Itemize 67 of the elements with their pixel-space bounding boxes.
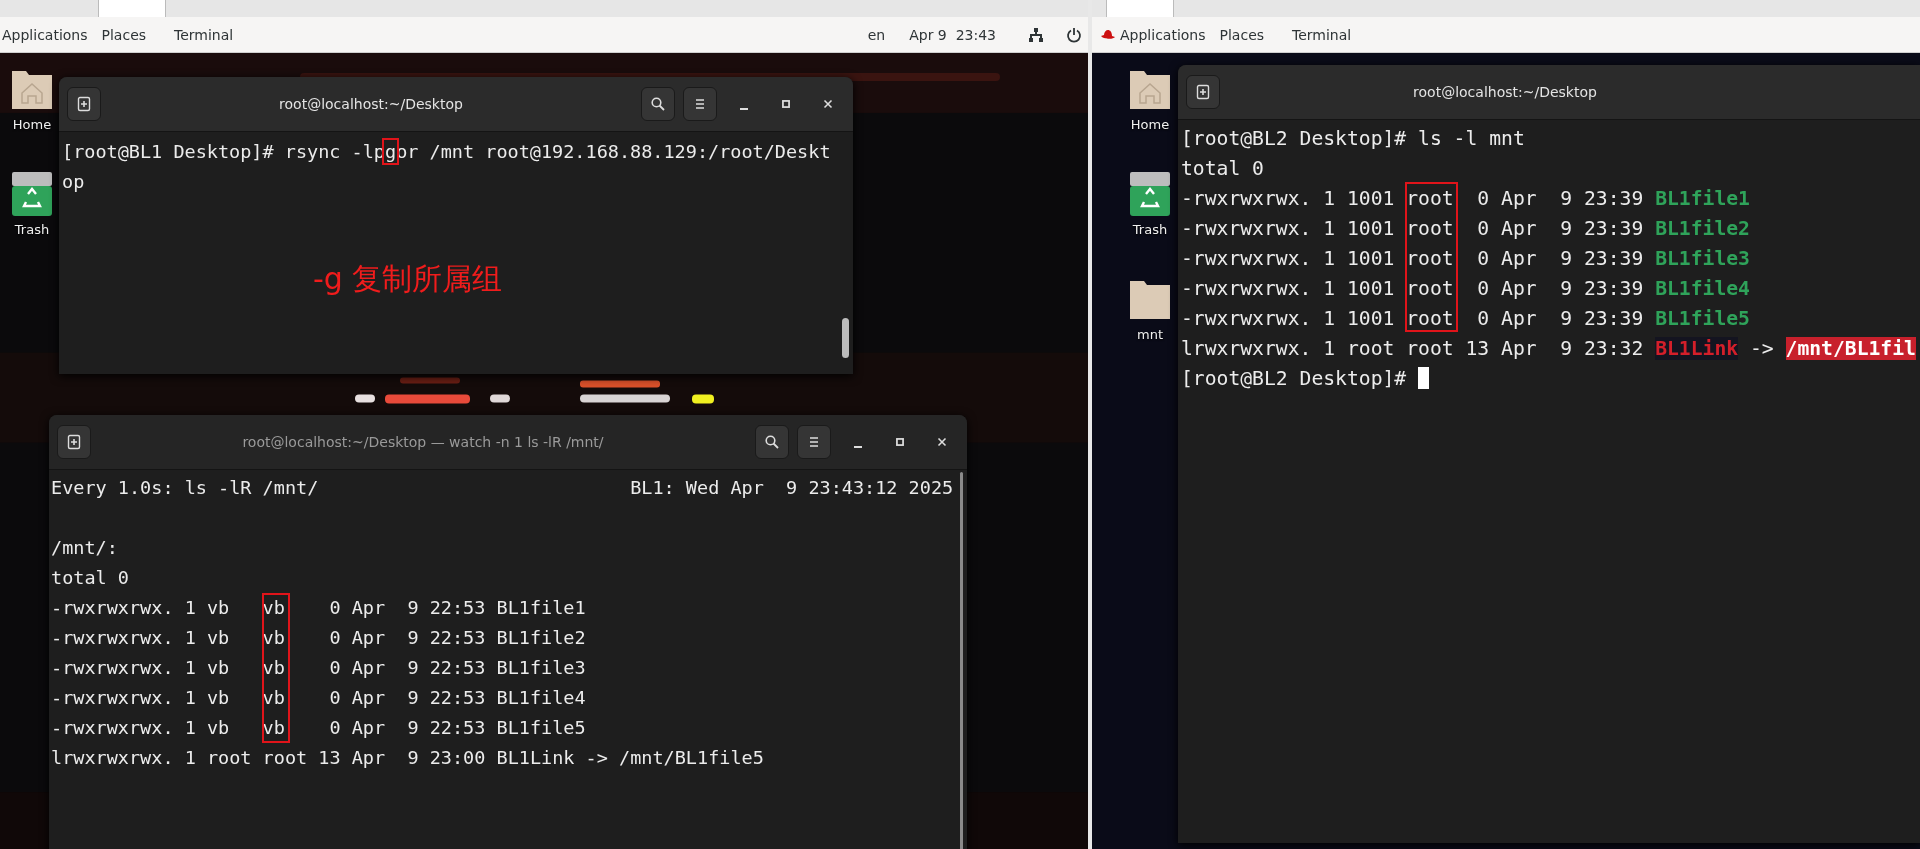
- terminal-text: -rwxrwxrwx. 1 1001 root 0 Apr 9 23:39: [1181, 217, 1645, 240]
- panel-clock[interactable]: Apr 9 23:43: [909, 26, 996, 43]
- panel-menu[interactable]: Applications: [2, 26, 88, 43]
- terminal-text: [root@BL2 Desktop]#: [1181, 367, 1408, 390]
- power-icon[interactable]: [1066, 26, 1082, 43]
- file-name: BL1file4: [1655, 277, 1750, 300]
- terminal-text: ->: [1748, 337, 1775, 360]
- terminal-text: -rwxrwxrwx. 1 vb vb 0 Apr 9 22:53 BL1file3: [51, 657, 586, 678]
- terminal-text: -rwxrwxrwx. 1 vb vb 0 Apr 9 22:53 BL1file2: [51, 627, 586, 648]
- new-tab-icon: [76, 96, 92, 112]
- link-target: /mnt/BL1fil: [1785, 337, 1916, 360]
- terminal-text: -rwxrwxrwx. 1 vb vb 0 Apr 9 22:53 BL1file4: [51, 687, 586, 708]
- terminal-text: Every 1.0s: ls -lR /mnt/ BL1: Wed Apr 9 23:43:12 2025: [51, 477, 954, 498]
- terminal-text: -rwxrwxrwx. 1 vb vb 0 Apr 9 22:53 BL1file5: [51, 717, 586, 738]
- terminal-text: lrwxrwxrwx. 1 root root 13 Apr 9 23:00 BL1Link -> /mnt/BL1file5: [51, 747, 764, 768]
- terminal-text: total 0: [51, 567, 129, 588]
- maximize-icon: [779, 97, 793, 111]
- terminal-text: -rwxrwxrwx. 1 1001 root 0 Apr 9 23:39: [1181, 307, 1645, 330]
- menu-button[interactable]: [683, 87, 717, 121]
- terminal-text: -rwxrwxrwx. 1 vb vb 0 Apr 9 22:53 BL1file1: [51, 597, 586, 618]
- terminal-text: op: [62, 171, 85, 192]
- window-title: root@localhost:~/Desktop: [1412, 84, 1598, 100]
- minimize-icon: [854, 446, 862, 448]
- file-name: BL1file2: [1655, 217, 1750, 240]
- close-icon: [935, 435, 949, 449]
- new-tab-button[interactable]: [1186, 75, 1220, 109]
- new-tab-icon: [1195, 84, 1211, 100]
- panel-menu[interactable]: Places: [101, 26, 147, 43]
- maximize-icon: [893, 435, 907, 449]
- network-icon[interactable]: [1028, 26, 1044, 43]
- file-name: BL1file3: [1655, 247, 1750, 270]
- scrollbar[interactable]: [842, 318, 849, 358]
- window-title: root@localhost:~/Desktop: [278, 96, 464, 112]
- keyboard-indicator[interactable]: en: [867, 26, 886, 43]
- minimize-icon: [740, 108, 748, 110]
- desktop-icon-label[interactable]: Home: [12, 117, 52, 132]
- hat-icon: [1100, 28, 1116, 41]
- desktop-icon-label[interactable]: Trash: [14, 222, 50, 237]
- panel-menu[interactable]: Applications: [1120, 26, 1206, 43]
- terminal-text: [root@BL2 Desktop]# ls -l mnt: [1181, 127, 1525, 150]
- terminal-text: total 0: [1181, 157, 1264, 180]
- search-button[interactable]: [755, 425, 789, 459]
- panel-menu[interactable]: Terminal: [1292, 26, 1352, 43]
- annotation-text: -g 复制所属组: [313, 264, 503, 294]
- new-tab-button[interactable]: [57, 425, 91, 459]
- terminal-text: /mnt/:: [51, 537, 118, 558]
- desktop-icon-label[interactable]: Home: [1130, 117, 1170, 132]
- file-name: BL1file5: [1655, 307, 1750, 330]
- search-button[interactable]: [641, 87, 675, 121]
- panel-menu[interactable]: Places: [1219, 26, 1265, 43]
- window-title: root@localhost:~/Desktop — watch -n 1 ls -lR /mnt/: [241, 434, 605, 450]
- terminal-text: -rwxrwxrwx. 1 1001 root 0 Apr 9 23:39: [1181, 277, 1645, 300]
- desktop-icon-label[interactable]: Trash: [1132, 222, 1168, 237]
- file-name: BL1file1: [1655, 187, 1750, 210]
- search-icon: [650, 96, 666, 112]
- menu-button[interactable]: [797, 425, 831, 459]
- symlink-name: BL1Link: [1655, 337, 1739, 360]
- new-tab-icon: [66, 434, 82, 450]
- desktop-icon-label[interactable]: mnt: [1137, 327, 1163, 342]
- close-icon: [821, 97, 835, 111]
- terminal-text: -rwxrwxrwx. 1 1001 root 0 Apr 9 23:39: [1181, 247, 1645, 270]
- terminal-text: -rwxrwxrwx. 1 1001 root 0 Apr 9 23:39: [1181, 187, 1645, 210]
- terminal-text: lrwxrwxrwx. 1 root root 13 Apr 9 23:32: [1181, 337, 1645, 360]
- new-tab-button[interactable]: [67, 87, 101, 121]
- scrollbar[interactable]: [960, 472, 963, 849]
- search-icon: [764, 434, 780, 450]
- panel-menu[interactable]: Terminal: [174, 26, 234, 43]
